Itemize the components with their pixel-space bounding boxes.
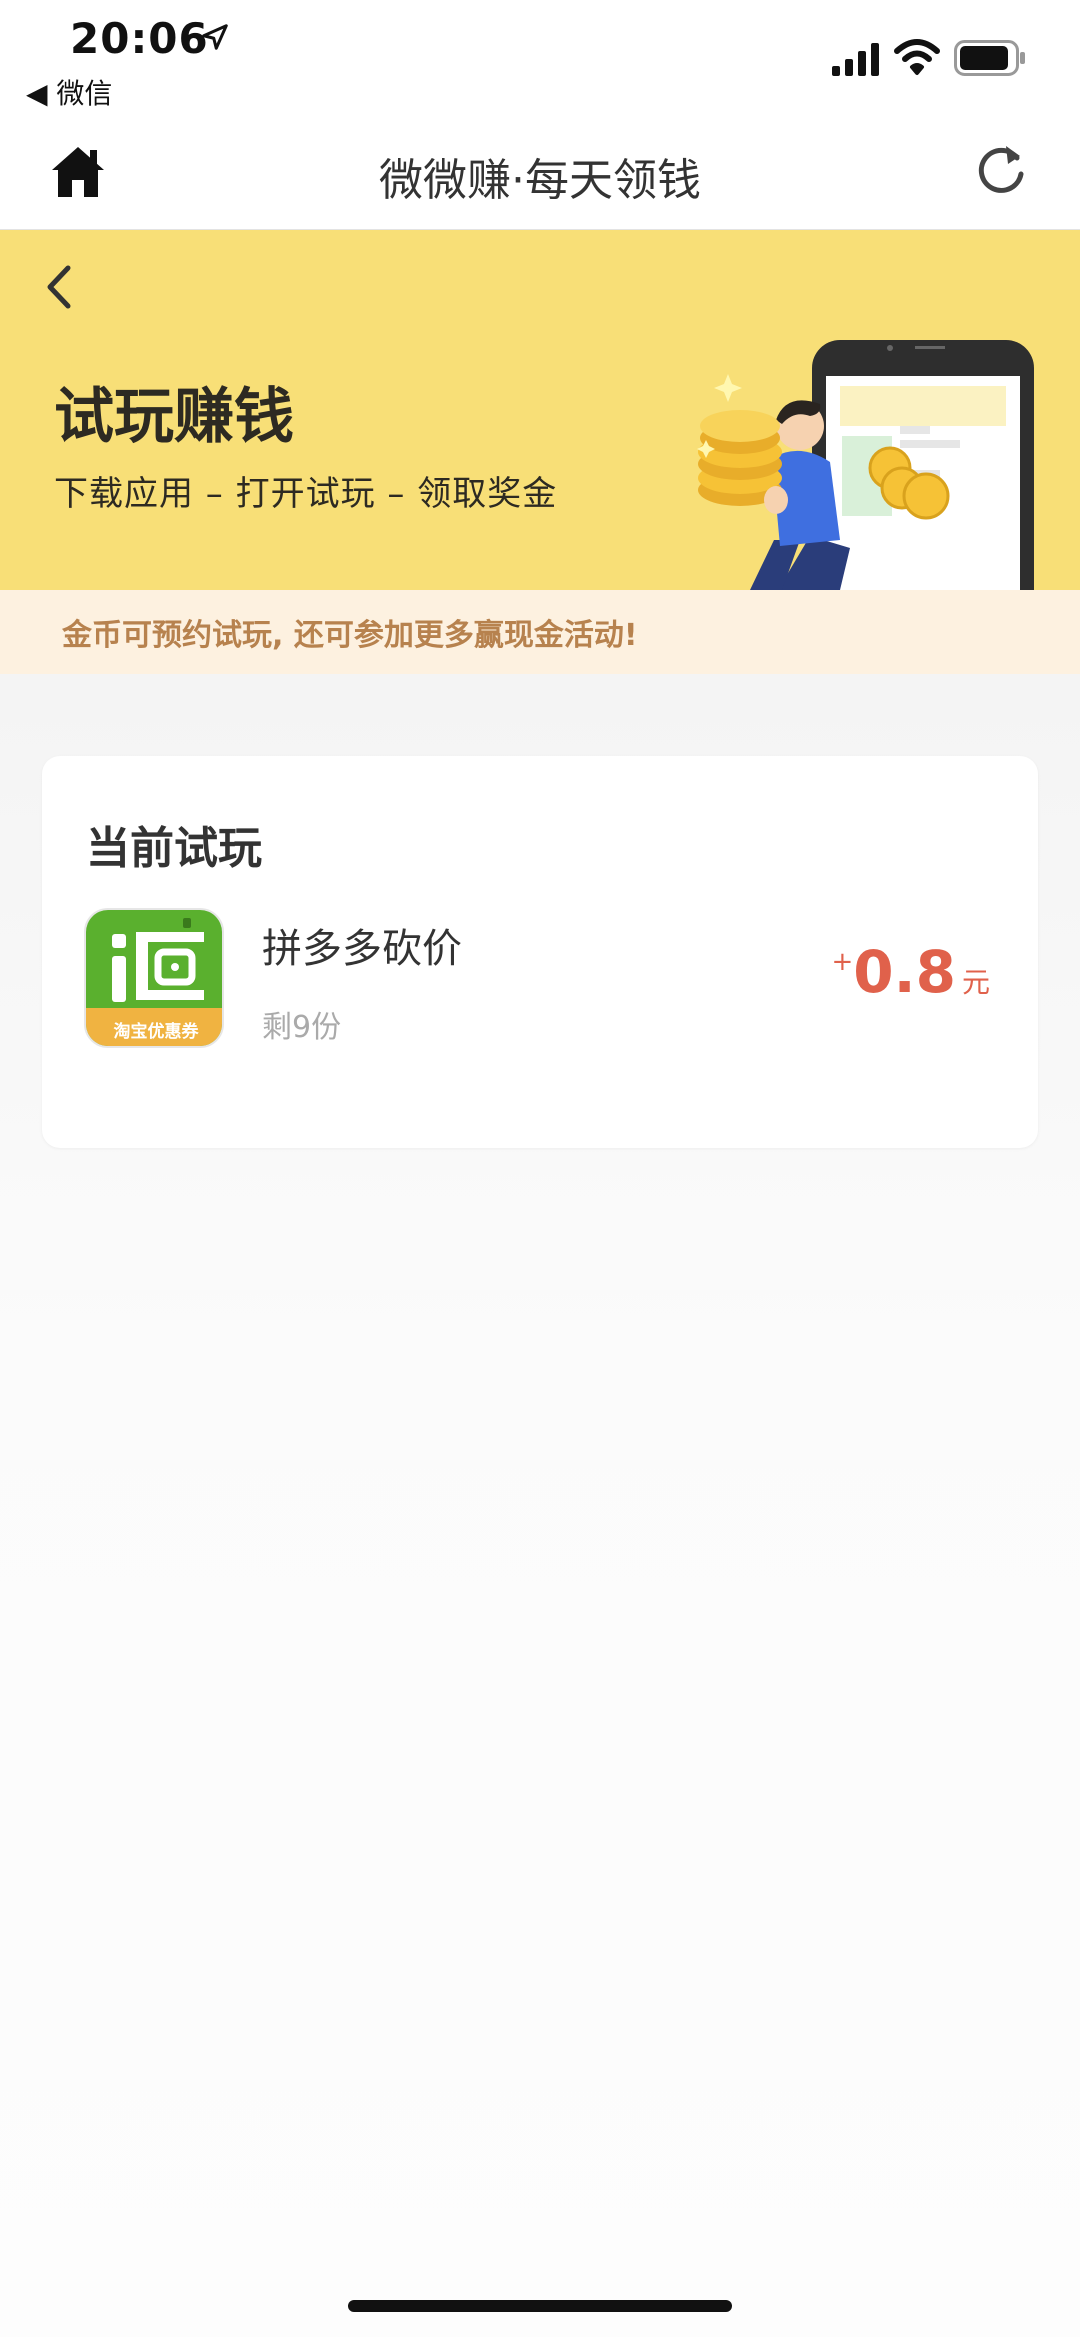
nav-bar: 微微赚·每天领钱 (0, 120, 1080, 230)
app-name[interactable]: 拼多多砍价 (262, 916, 462, 974)
remaining-count: 剩9份 (262, 1010, 342, 1045)
cellular-signal-icon (832, 43, 879, 76)
location-arrow-icon (202, 24, 228, 50)
reward-value: 0.8 (853, 938, 956, 1006)
app-icon-caption: 淘宝优惠券 (114, 1021, 200, 1042)
current-trial-card: 当前试玩 淘宝优惠券 拼多多砍价 剩9份 +0.8 元 (42, 756, 1038, 1148)
back-to-wechat-link[interactable]: ◀ 微信 (26, 72, 112, 112)
refresh-icon[interactable] (972, 140, 1030, 198)
reward-plus-sign: + (831, 947, 854, 977)
banner-subtitle: 下载应用 – 打开试玩 – 领取奖金 (54, 474, 558, 514)
wifi-icon (894, 39, 940, 75)
reward-amount: +0.8 元 (831, 938, 990, 1006)
reward-unit: 元 (961, 966, 990, 999)
status-bar: 20:06 ◀ 微信 (0, 0, 1080, 120)
notice-text: 金币可预约试玩, 还可参加更多赢现金活动! (62, 618, 638, 653)
banner-title: 试玩赚钱 (54, 382, 294, 452)
page-title: 微微赚·每天领钱 (379, 155, 701, 206)
status-time: 20:06 (70, 14, 209, 63)
promo-banner: 试玩赚钱 下载应用 – 打开试玩 – 领取奖金 (0, 230, 1080, 590)
man-carrying-coins-illustration (697, 340, 1034, 590)
battery-icon (954, 40, 1025, 76)
home-indicator[interactable] (348, 2300, 732, 2312)
coupon-app-logo-icon: 淘宝优惠券 (86, 910, 222, 1046)
app-icon[interactable]: 淘宝优惠券 (84, 908, 224, 1048)
notice-bar: 金币可预约试玩, 还可参加更多赢现金活动! (0, 590, 1080, 674)
back-arrow-icon[interactable] (40, 260, 80, 314)
card-title: 当前试玩 (86, 823, 262, 874)
